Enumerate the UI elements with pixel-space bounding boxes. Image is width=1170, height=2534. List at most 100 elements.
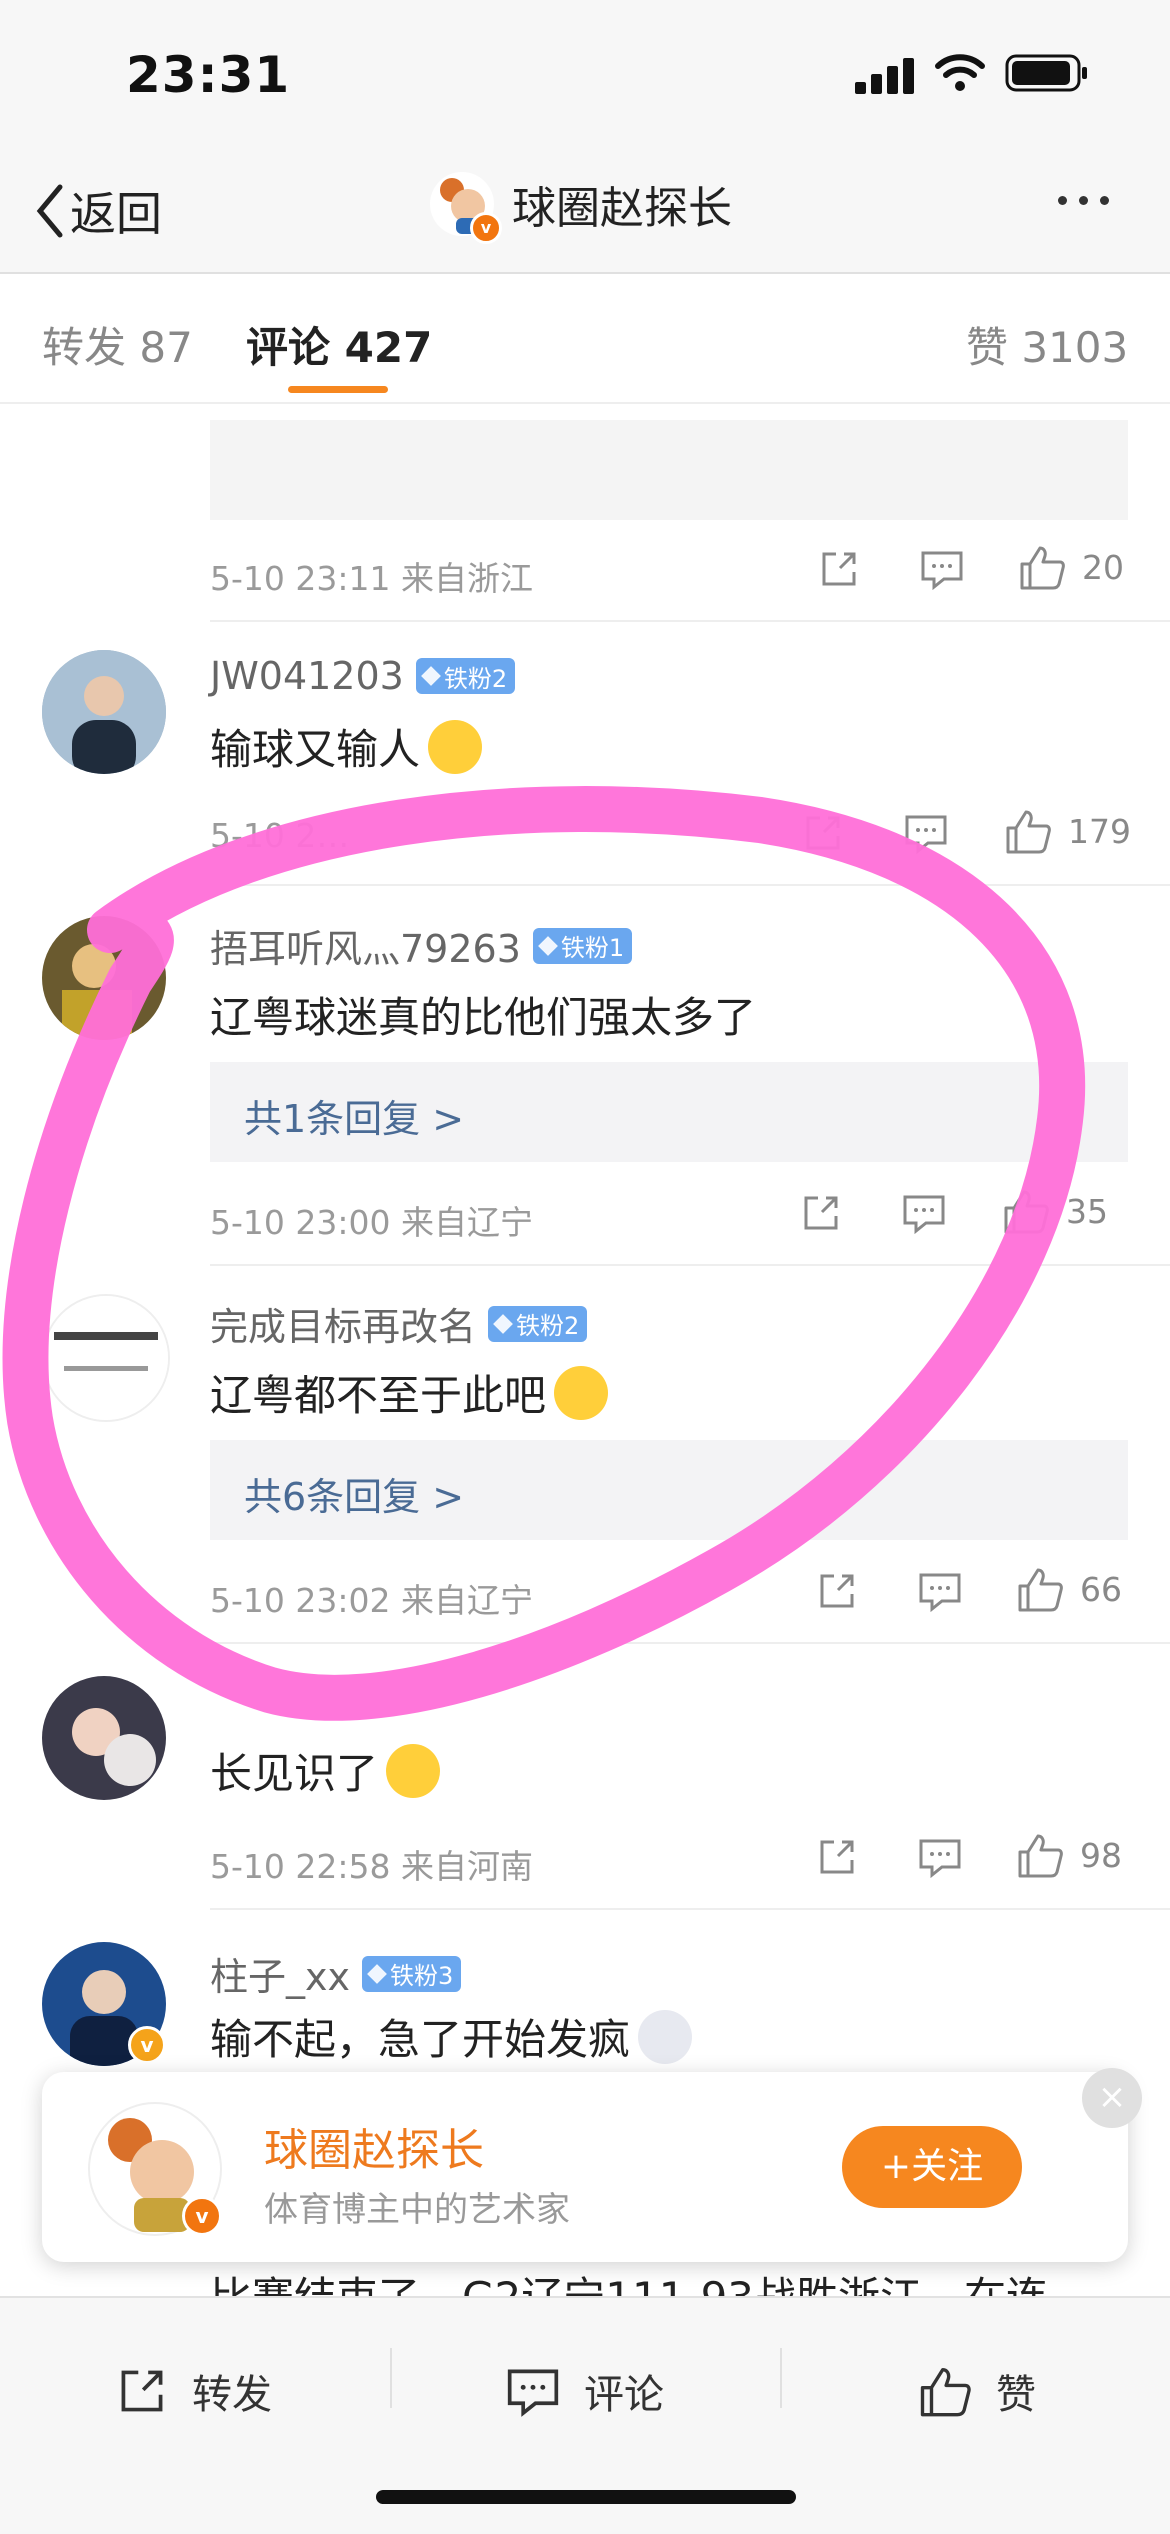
comment-text: 输不起，急了开始发疯 <box>210 2006 693 2067</box>
like-count: 66 <box>1080 1569 1122 1609</box>
like-button[interactable]: 35 <box>1002 1188 1108 1234</box>
comment-icon <box>507 2369 559 2417</box>
like-label: 赞 <box>996 2372 1036 2418</box>
username-text: 柱子_xx <box>210 1955 350 1999</box>
username-text: 完成目标再改名 <box>210 1305 477 1349</box>
replies-link-label: 共6条回复 > <box>244 1475 465 1519</box>
comment-text-content: 输球又输人 <box>210 725 421 774</box>
like-button[interactable]: 20 <box>1018 544 1124 590</box>
replies-link-label: 共1条回复 > <box>244 1097 465 1141</box>
laughing-crying-emoji-icon <box>428 719 483 774</box>
fan-badge: 铁粉2 <box>488 1305 588 1342</box>
comment-meta: 5-10 23:11 来自浙江 <box>210 559 533 598</box>
thumbs-up-icon <box>1004 1190 1049 1234</box>
comment-meta: 5-10 23:02 来自辽宁 <box>210 1581 533 1620</box>
avatar[interactable] <box>42 1676 166 1800</box>
avatar[interactable] <box>42 1294 170 1422</box>
verified-badge-icon: v <box>182 2196 222 2236</box>
follow-card-name[interactable]: 球圈赵探长 <box>264 2114 484 2178</box>
tab-active-indicator <box>288 386 388 393</box>
share-icon[interactable] <box>816 1836 858 1878</box>
like-count: 98 <box>1080 1835 1122 1875</box>
like-count: 35 <box>1066 1191 1108 1231</box>
comment-text: 辽粤球迷真的比他们强太多了 <box>210 984 756 1045</box>
comment-button[interactable]: 评论 <box>506 2362 664 2420</box>
fan-badge-label: 铁粉2 <box>516 1312 580 1340</box>
nav-title-text: 球圈赵探长 <box>512 183 732 234</box>
comment-label: 评论 <box>584 2372 664 2418</box>
comment-text: 辽粤都不至于此吧 <box>210 1362 609 1423</box>
divider <box>210 1642 1170 1644</box>
back-button[interactable]: 返回 <box>34 178 162 244</box>
divider <box>210 1264 1170 1266</box>
media-preview[interactable] <box>210 420 1128 520</box>
comment-text: 输球又输人 <box>210 716 483 777</box>
tab-likes[interactable]: 赞 3103 <box>966 314 1128 375</box>
comment-icon[interactable] <box>902 1192 946 1234</box>
comment-icon[interactable] <box>918 1570 962 1612</box>
home-indicator[interactable] <box>376 2490 796 2504</box>
fan-badge-label: 铁粉3 <box>389 1962 454 1990</box>
tab-repost[interactable]: 转发 87 <box>42 314 193 375</box>
tab-comments[interactable]: 评论 427 <box>246 314 432 375</box>
comment-text-content: 辽粤球迷真的比他们强太多了 <box>210 993 757 1042</box>
fan-badge: 铁粉3 <box>361 1955 462 1992</box>
like-count: 20 <box>1082 547 1124 587</box>
status-time: 23:31 <box>126 46 291 104</box>
share-icon[interactable] <box>802 812 844 854</box>
divider <box>210 1908 1170 1910</box>
comment-icon[interactable] <box>920 548 964 590</box>
share-icon[interactable] <box>818 548 860 590</box>
tab-bar: 转发 87 评论 427 赞 3103 <box>0 274 1170 404</box>
verified-badge-icon: v <box>128 2026 166 2064</box>
repost-label: 转发 <box>192 2372 272 2418</box>
comment-meta: 5-10 23:00 来自辽宁 <box>210 1203 533 1242</box>
thumbs-up-icon <box>1020 546 1065 590</box>
follow-card-avatar[interactable]: v <box>88 2102 222 2236</box>
more-options-icon[interactable] <box>1058 196 1109 205</box>
comment-meta: 5-10 22:58 来自河南 <box>210 1847 533 1886</box>
like-button[interactable]: 赞 <box>918 2362 1036 2420</box>
status-bar: 23:31 <box>0 0 1170 150</box>
thumbs-up-icon <box>920 2367 971 2417</box>
comment-text-content: 辽粤都不至于此吧 <box>210 1371 547 1420</box>
nav-title[interactable]: v 球圈赵探长 <box>430 172 732 244</box>
comment-username[interactable]: JW041203 铁粉2 <box>210 654 516 698</box>
close-icon[interactable]: × <box>1082 2068 1142 2128</box>
fan-badge-label: 铁粉2 <box>443 664 508 693</box>
thumbs-up-icon <box>1018 1834 1063 1878</box>
avatar[interactable] <box>42 650 166 774</box>
comment-text: 长见识了 <box>210 1740 441 1801</box>
like-button[interactable]: 66 <box>1016 1566 1122 1612</box>
laughing-crying-emoji-icon <box>554 1365 609 1420</box>
follow-button[interactable]: +关注 <box>842 2126 1022 2208</box>
username-text: JW041203 <box>210 654 404 698</box>
fan-badge: 铁粉2 <box>415 658 516 694</box>
back-label: 返回 <box>70 187 162 241</box>
username-text: 捂耳听风灬79263 <box>210 927 521 971</box>
thumbs-up-icon <box>1006 810 1051 854</box>
follow-card-description: 体育博主中的艺术家 <box>264 2190 570 2230</box>
replies-link[interactable]: 共1条回复 > <box>210 1062 1128 1162</box>
sweat-smile-emoji-icon <box>386 1743 441 1798</box>
like-button[interactable]: 179 <box>1004 808 1131 854</box>
repost-button[interactable]: 转发 <box>116 2362 272 2420</box>
comment-text-content: 长见识了 <box>210 1749 379 1798</box>
comment-username[interactable]: 捂耳听风灬79263 铁粉1 <box>210 918 633 973</box>
comment-username[interactable]: 柱子_xx 铁粉3 <box>210 1946 462 2001</box>
divider <box>390 2348 392 2408</box>
verified-badge-icon: v <box>470 212 502 244</box>
comment-icon[interactable] <box>918 1836 962 1878</box>
share-icon[interactable] <box>800 1192 842 1234</box>
comment-icon[interactable] <box>904 812 948 854</box>
replies-link[interactable]: 共6条回复 > <box>210 1440 1128 1540</box>
share-icon[interactable] <box>816 1570 858 1612</box>
nav-bar: 返回 v 球圈赵探长 <box>0 150 1170 274</box>
wifi-icon <box>935 54 985 91</box>
comment-username[interactable]: 完成目标再改名 铁粉2 <box>210 1296 588 1351</box>
divider <box>210 620 1170 622</box>
like-button[interactable]: 98 <box>1016 1832 1122 1878</box>
comment-meta: 5-10 2… <box>210 816 350 855</box>
avatar[interactable] <box>42 916 166 1040</box>
divider <box>210 884 1170 886</box>
